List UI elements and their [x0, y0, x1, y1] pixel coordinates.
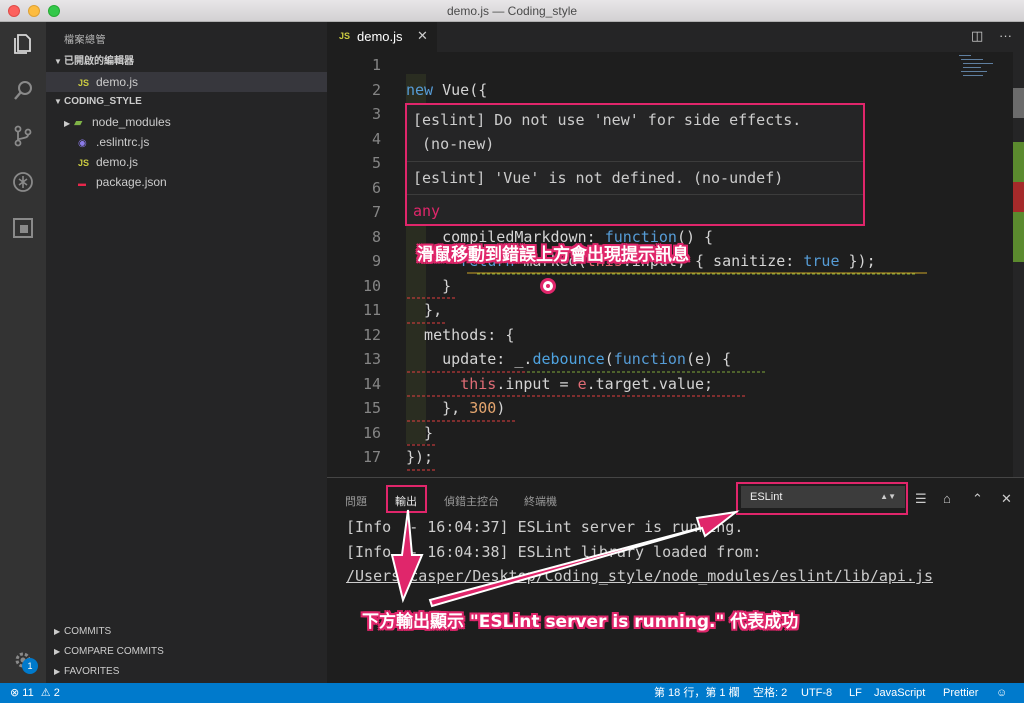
clear-output-icon[interactable]: ☰	[915, 491, 927, 507]
prettier-status[interactable]: Prettier	[943, 683, 978, 703]
panel-tab-terminal[interactable]: 終端機	[524, 493, 557, 509]
extensions-icon[interactable]	[11, 216, 35, 240]
tree-item-demo-js[interactable]: JS demo.js	[46, 152, 327, 172]
js-file-icon: JS	[78, 158, 90, 168]
output-annotation: 下方輸出顯示 "ESLint server is running." 代表成功	[362, 612, 799, 632]
lock-scroll-icon[interactable]: ⌂	[943, 491, 951, 506]
eslint-file-icon: ◉	[78, 138, 87, 149]
compare-commits-section[interactable]: ▶ COMPARE COMMITS	[46, 642, 327, 662]
output-line: [Info - 16:04:37] ESLint server is runni…	[346, 518, 744, 536]
title-bar: demo.js — Coding_style	[0, 0, 1024, 22]
hover-message-no-new-rule: (no-new)	[413, 135, 495, 153]
tree-item-eslintrc[interactable]: ◉ .eslintrc.js	[46, 132, 327, 152]
open-editor-item-demo-js[interactable]: JS demo.js	[46, 72, 327, 92]
indentation-status[interactable]: 空格: 2	[753, 683, 787, 703]
panel-tab-debug-console[interactable]: 偵錯主控台	[444, 493, 499, 509]
sidebar-title: 檔案總管	[64, 35, 106, 46]
hover-annotation: 滑鼠移動到錯誤上方會出現提示訊息	[417, 245, 689, 265]
hover-message-no-undef: [eslint] 'Vue' is not defined. (no-undef…	[413, 169, 784, 187]
tab-demo-js[interactable]: JS demo.js ✕	[327, 22, 437, 52]
open-editors-section[interactable]: ▼ 已開啟的編輯器	[46, 52, 327, 72]
explorer-icon[interactable]	[11, 32, 35, 56]
tree-item-package-json[interactable]: ▬ package.json	[46, 172, 327, 192]
mouse-cursor-marker	[540, 278, 556, 294]
output-tab-highlight	[386, 485, 427, 513]
overview-ruler[interactable]	[1013, 52, 1024, 477]
chevron-right-icon: ▶	[54, 627, 61, 636]
warning-icon: ⚠	[40, 687, 51, 699]
split-editor-icon[interactable]: ◫	[971, 28, 983, 44]
chevron-right-icon: ▶	[54, 667, 61, 676]
chevron-down-icon: ▼	[54, 97, 62, 106]
error-icon: ⊗	[10, 687, 20, 699]
js-file-icon: JS	[78, 78, 90, 88]
tab-label: demo.js	[357, 29, 403, 44]
source-control-icon[interactable]	[11, 124, 35, 148]
hover-divider	[407, 194, 863, 195]
bottom-panel: 問題 輸出 偵錯主控台 終端機 ESLint ▲▼ ☰ ⌂ ⌃ ✕ [Info …	[327, 477, 1024, 683]
chevron-down-icon: ▼	[54, 57, 62, 66]
hover-divider	[407, 161, 863, 162]
problems-status[interactable]: ⊗ 11 ⚠ 2	[10, 683, 60, 703]
settings-badge: 1	[22, 658, 38, 674]
close-icon[interactable]: ✕	[417, 28, 428, 44]
project-section[interactable]: ▼ CODING_STYLE	[46, 92, 327, 112]
lint-hover-tooltip: [eslint] Do not use 'new' for side effec…	[405, 103, 865, 226]
cursor-position[interactable]: 第 18 行，第 1 欄	[654, 683, 740, 703]
window-title: demo.js — Coding_style	[446, 4, 578, 18]
minimap[interactable]	[959, 52, 999, 82]
npm-file-icon: ▬	[78, 179, 86, 188]
close-panel-icon[interactable]: ✕	[1001, 491, 1012, 507]
feedback-smiley-icon[interactable]: ☺	[996, 683, 1007, 703]
eol-status[interactable]: LF	[849, 683, 862, 703]
output-line: [Info - 16:04:38] ESLint library loaded …	[346, 543, 762, 561]
folder-icon: ▰	[74, 117, 83, 129]
hover-message-no-new: [eslint] Do not use 'new' for side effec…	[413, 111, 802, 129]
favorites-section[interactable]: ▶ FAVORITES	[46, 662, 327, 682]
commits-section[interactable]: ▶ COMMITS	[46, 622, 327, 642]
more-actions-icon[interactable]: ···	[999, 28, 1012, 43]
activity-bar: 1	[0, 22, 46, 683]
output-link-path[interactable]: /Users/casper/Desktop/Coding_style/node_…	[346, 567, 933, 585]
panel-tab-problems[interactable]: 問題	[345, 493, 367, 509]
editor-tab-bar: JS demo.js ✕ ◫ ···	[327, 22, 1024, 52]
status-bar: ⊗ 11 ⚠ 2 第 18 行，第 1 欄 空格: 2 UTF-8 LF Jav…	[0, 683, 1024, 703]
channel-select-highlight	[736, 482, 908, 515]
chevron-right-icon: ▶	[54, 647, 61, 656]
debug-icon[interactable]	[11, 170, 35, 194]
maximize-panel-icon[interactable]: ⌃	[972, 491, 983, 507]
hover-type: any	[413, 202, 441, 220]
explorer-sidebar: 檔案總管 ▼ 已開啟的編輯器 JS demo.js ▼ CODING_STYLE ▶ ▰…	[46, 22, 327, 683]
encoding-status[interactable]: UTF-8	[801, 683, 832, 703]
language-mode[interactable]: JavaScript	[874, 683, 925, 703]
search-icon[interactable]	[11, 78, 35, 102]
tree-item-node-modules[interactable]: ▶ ▰ node_modules	[46, 112, 327, 132]
chevron-right-icon: ▶	[64, 119, 71, 128]
js-file-icon: JS	[339, 31, 351, 41]
